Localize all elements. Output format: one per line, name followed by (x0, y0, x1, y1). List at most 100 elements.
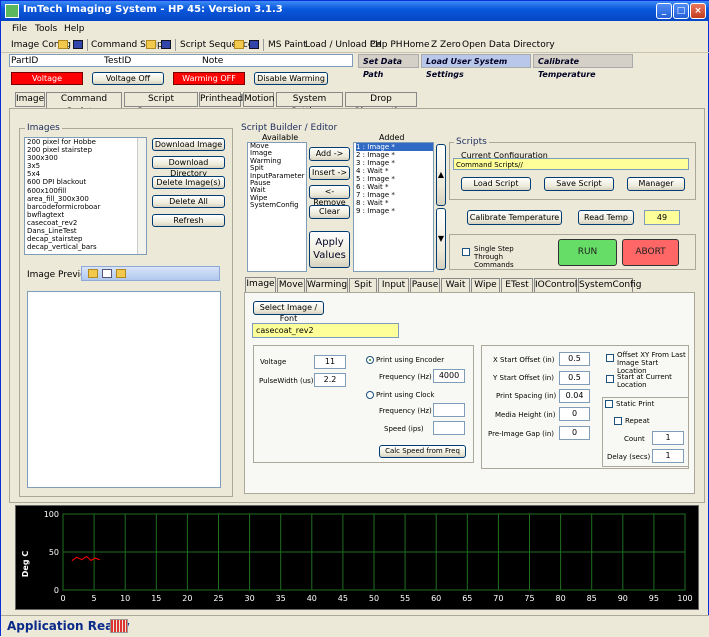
close-button[interactable]: × (690, 3, 706, 19)
list-item[interactable]: 4 : Wait * (356, 167, 433, 175)
list-item[interactable]: SystemConfig (250, 201, 306, 209)
list-item[interactable]: 8 : Wait * (356, 199, 433, 207)
open-data-directory-button[interactable]: Open Data Directory (462, 40, 555, 50)
tab-printhead[interactable]: Printhead (199, 92, 243, 107)
move-down-button[interactable]: ▼ (436, 208, 446, 270)
frequency-input[interactable]: 4000 (433, 369, 465, 383)
menu-help[interactable]: Help (64, 24, 85, 34)
tab-drop-observation[interactable]: Drop Observation (345, 92, 417, 117)
voltage-button[interactable]: Voltage (11, 72, 83, 85)
subtab-wipe[interactable]: Wipe (471, 278, 500, 293)
list-item[interactable]: 300x300 (27, 154, 146, 162)
calibrate-temperature-header-button[interactable]: Calibrate Temperature (533, 54, 633, 79)
repeat-checkbox[interactable] (614, 417, 622, 425)
add-command-button[interactable]: Add -> (309, 147, 350, 161)
static-print-checkbox[interactable] (605, 400, 613, 408)
subtab-pause[interactable]: Pause (410, 278, 440, 293)
speed-input[interactable] (433, 421, 465, 435)
download-directory-button[interactable]: Download Directory (152, 156, 225, 178)
clock-radio[interactable] (366, 391, 374, 399)
media-height-input[interactable]: 0 (559, 407, 590, 421)
maximize-button[interactable]: □ (673, 3, 689, 19)
list-item[interactable]: Dans_LineTest (27, 227, 146, 235)
subtab-warming[interactable]: Warming (306, 278, 348, 293)
subtab-wait[interactable]: Wait (441, 278, 470, 293)
open-folder-icon[interactable] (88, 269, 98, 279)
y-start-input[interactable]: 0.5 (559, 371, 590, 385)
z-zero-button[interactable]: Z Zero (431, 40, 461, 50)
list-item[interactable]: 200 pixel for Hobbe (27, 138, 146, 146)
subtab-move[interactable]: Move (277, 278, 305, 293)
list-item[interactable]: 600 DPI blackout (27, 178, 146, 186)
open-folder-icon[interactable] (234, 40, 244, 50)
load-script-button[interactable]: Load Script (461, 177, 531, 191)
tab-motion[interactable]: Motion (243, 92, 275, 107)
abort-button[interactable]: ABORT (622, 239, 679, 266)
offset-xy-checkbox[interactable] (606, 354, 614, 362)
list-item[interactable]: 7 : Image * (356, 191, 433, 199)
remove-command-button[interactable]: <- Remove (309, 185, 350, 207)
current-config-field[interactable]: Command Scripts// (453, 158, 689, 170)
image-name-field[interactable]: casecoat_rev2 (252, 323, 399, 338)
subtab-iocontrol[interactable]: IOControl (534, 278, 577, 293)
subtab-etest[interactable]: ETest (501, 278, 533, 293)
set-data-path-button[interactable]: Set Data Path (358, 54, 419, 79)
tab-command-scripter[interactable]: Command Scripter (46, 92, 122, 117)
select-image-font-button[interactable]: Select Image / Font (253, 301, 324, 323)
save-script-button[interactable]: Save Script (544, 177, 614, 191)
list-item[interactable]: 600x100fill (27, 187, 146, 195)
count-input[interactable]: 1 (652, 431, 684, 445)
calibrate-temperature-button[interactable]: Calibrate Temperature (467, 210, 562, 225)
delay-input[interactable]: 1 (652, 449, 684, 463)
tab-system-settings[interactable]: System Settings (276, 92, 343, 117)
voltage-input[interactable]: 11 (314, 355, 346, 369)
save-disk-icon[interactable] (161, 40, 171, 50)
list-item[interactable]: decap_vertical_bars (27, 243, 146, 251)
encoder-radio-label[interactable]: Print using Encoder (366, 356, 444, 364)
print-spacing-input[interactable]: 0.04 (559, 389, 590, 403)
list-item[interactable]: 200 pixel stairstep (27, 146, 146, 154)
static-print-label[interactable]: Static Print (605, 400, 655, 408)
list-item[interactable]: 2 : Image * (356, 151, 433, 159)
open-folder-icon[interactable] (58, 40, 68, 50)
voltage-off-button[interactable]: Voltage Off (92, 72, 164, 85)
clock-frequency-input[interactable] (433, 403, 465, 417)
tab-image[interactable]: Image (15, 92, 45, 107)
home-button[interactable]: Home (403, 40, 430, 50)
images-listbox[interactable]: 200 pixel for Hobbe 200 pixel stairstep … (24, 137, 147, 255)
list-item[interactable]: 9 : Image * (356, 207, 433, 215)
paste-icon[interactable] (116, 269, 126, 279)
run-button[interactable]: RUN (558, 239, 617, 266)
subtab-input[interactable]: Input (378, 278, 409, 293)
list-item[interactable]: 3x5 (27, 162, 146, 170)
x-start-input[interactable]: 0.5 (559, 352, 590, 366)
available-commands-list[interactable]: Move Image Warming Spit InputParameter P… (247, 142, 307, 272)
tab-script-sequencer[interactable]: Script Sequencer (124, 92, 198, 117)
download-image-button[interactable]: Download Image (152, 138, 225, 151)
open-folder-icon[interactable] (146, 40, 156, 50)
delete-all-button[interactable]: Delete All (152, 195, 225, 208)
subtab-image[interactable]: Image (245, 277, 276, 293)
apply-values-button[interactable]: Apply Values (309, 231, 350, 268)
minimize-button[interactable]: _ (656, 3, 672, 19)
subtab-systemconfig[interactable]: SystemConfig (578, 278, 641, 293)
save-disk-icon[interactable] (73, 40, 83, 50)
calc-speed-button[interactable]: Calc Speed from Freq (379, 445, 466, 458)
save-disk-icon[interactable] (249, 40, 259, 50)
clock-radio-label[interactable]: Print using Clock (366, 391, 434, 399)
delete-images-button[interactable]: Delete Image(s) (152, 176, 225, 189)
repeat-label[interactable]: Repeat (614, 417, 650, 425)
list-item[interactable]: 5 : Image * (356, 175, 433, 183)
list-item[interactable]: casecoat_rev2 (27, 219, 146, 227)
menu-tools[interactable]: Tools (35, 24, 57, 34)
list-item[interactable]: area_fill_300x300 (27, 195, 146, 203)
move-up-button[interactable]: ▲ (436, 144, 446, 206)
load-user-settings-button[interactable]: Load User System Settings (421, 54, 531, 79)
start-current-checkbox[interactable] (606, 375, 614, 383)
read-temp-button[interactable]: Read Temp (578, 210, 634, 225)
disable-warming-button[interactable]: Disable Warming (254, 72, 328, 85)
menu-file[interactable]: File (12, 24, 27, 34)
subtab-spit[interactable]: Spit (349, 278, 377, 293)
pre-image-gap-input[interactable]: 0 (559, 426, 590, 440)
manager-button[interactable]: Manager (627, 177, 685, 191)
